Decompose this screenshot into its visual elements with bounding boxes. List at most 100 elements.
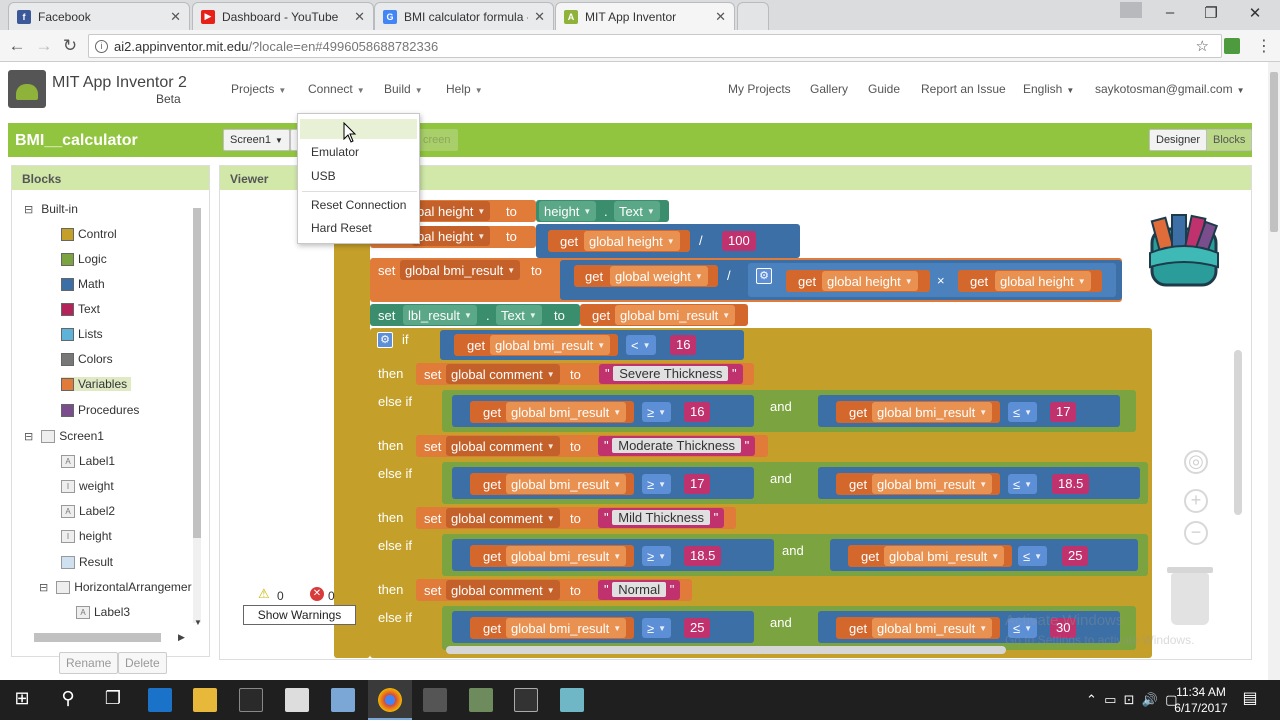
tree-label2[interactable]: A Label2 [61, 504, 115, 518]
property-field[interactable]: Text ▼ [614, 201, 660, 221]
property-field[interactable]: Text ▼ [496, 305, 542, 325]
menu-language[interactable]: English ▼ [1023, 82, 1074, 96]
browser-tab-google[interactable]: G BMI calculator formula - ✕ [374, 2, 554, 30]
tree-result[interactable]: Result [61, 555, 113, 569]
number-literal[interactable]: 25 [684, 618, 711, 638]
store-icon[interactable] [239, 688, 263, 712]
reload-icon[interactable]: ↻ [60, 36, 80, 56]
var-name-field[interactable]: global weight ▼ [610, 266, 708, 286]
backpack-icon[interactable] [1142, 209, 1226, 289]
compare-op-field[interactable]: < ▼ [626, 335, 656, 355]
var-name-field[interactable]: bal height ▼ [412, 226, 491, 246]
var-name-field[interactable]: global bmi_result ▼ [872, 402, 993, 422]
component-field[interactable]: height ▼ [539, 201, 597, 221]
scroll-down-icon[interactable]: ▼ [194, 618, 202, 627]
start-icon[interactable]: ⊞ [10, 688, 34, 709]
tree-screen1[interactable]: ⊟ Screen1 [24, 429, 104, 443]
menu-projects[interactable]: Projects ▼ [231, 82, 286, 96]
close-icon[interactable]: ✕ [715, 9, 726, 25]
chrome-icon[interactable] [378, 688, 402, 712]
app-icon[interactable] [331, 688, 355, 712]
gear-icon[interactable]: ⚙ [377, 332, 393, 348]
compare-op-field[interactable]: ≤ ▼ [1008, 402, 1038, 422]
tree-procedures[interactable]: Procedures [61, 403, 139, 417]
workspace-horizontal-scrollbar[interactable] [446, 646, 1006, 654]
tree-height[interactable]: Iheight [61, 529, 112, 543]
search-icon[interactable]: ⚲ [56, 688, 80, 709]
task-view-icon[interactable]: ❐ [101, 688, 125, 709]
number-literal[interactable]: 17 [684, 474, 711, 494]
designer-button[interactable]: Designer [1149, 129, 1208, 151]
info-icon[interactable]: i [95, 39, 108, 53]
star-icon[interactable]: ☆ [1196, 37, 1209, 55]
profile-icon[interactable] [1120, 2, 1142, 18]
trash-icon[interactable] [1167, 567, 1213, 625]
number-literal[interactable]: 16 [684, 402, 711, 422]
menu-kebab-icon[interactable]: ⋮ [1256, 36, 1272, 56]
number-literal[interactable]: 17 [1050, 402, 1077, 422]
zoom-in-icon[interactable]: + [1184, 489, 1208, 513]
file-explorer-icon[interactable] [193, 688, 217, 712]
menu-account[interactable]: saykotosman@gmail.com ▼ [1095, 82, 1244, 96]
menu-gallery[interactable]: Gallery [810, 82, 848, 96]
text-literal[interactable]: " Moderate Thickness " [598, 436, 756, 456]
tree-colors[interactable]: Colors [61, 352, 113, 366]
var-name-field[interactable]: global height ▼ [822, 271, 918, 291]
var-name-field[interactable]: global bmi_result ▼ [506, 618, 627, 638]
tree-text[interactable]: Text [61, 302, 100, 316]
edge-icon[interactable] [148, 688, 172, 712]
var-name-field[interactable]: global bmi_result ▼ [872, 474, 993, 494]
compare-op-field[interactable]: ≤ ▼ [1008, 474, 1038, 494]
number-literal[interactable]: 18.5 [1052, 474, 1090, 494]
menu-item-emulator[interactable]: Emulator [311, 145, 359, 159]
browser-tab-facebook[interactable]: f Facebook ✕ [8, 2, 190, 30]
close-icon[interactable]: ✕ [354, 9, 365, 25]
var-name-field[interactable]: global bmi_result ▼ [506, 474, 627, 494]
tree-lists[interactable]: Lists [61, 327, 103, 341]
compare-op-field[interactable]: ≥ ▼ [642, 546, 672, 566]
tree-horizontal-scrollbar[interactable] [34, 633, 161, 642]
photos-icon[interactable] [423, 688, 447, 712]
menu-item-reset-connection[interactable]: Reset Connection [311, 198, 406, 212]
var-name-field[interactable]: global bmi_result ▼ [490, 335, 611, 355]
tree-math[interactable]: Math [61, 277, 105, 291]
tree-vertical-scrollbar[interactable] [193, 208, 201, 623]
var-name-field[interactable]: bal height ▼ [412, 201, 491, 221]
close-icon[interactable]: ✕ [170, 9, 181, 25]
remove-screen-button[interactable]: creen [416, 129, 458, 151]
number-literal[interactable]: 16 [670, 335, 697, 355]
var-name-field[interactable]: global bmi_result ▼ [506, 402, 627, 422]
zoom-out-icon[interactable]: − [1184, 521, 1208, 545]
rename-button[interactable]: Rename [59, 652, 119, 674]
app-icon[interactable] [469, 688, 493, 712]
var-name-field[interactable]: global bmi_result ▼ [506, 546, 627, 566]
app-icon[interactable] [560, 688, 584, 712]
browser-tab-youtube[interactable]: ▶ Dashboard - YouTube ✕ [192, 2, 374, 30]
component-field[interactable]: lbl_result ▼ [403, 305, 477, 325]
system-tray[interactable]: ⌃ ▭ ⊡ 🔊 ▢ [1086, 692, 1177, 708]
tree-weight[interactable]: Iweight [61, 479, 114, 493]
tree-variables[interactable]: Variables [61, 377, 132, 391]
scroll-thumb[interactable] [1270, 72, 1278, 232]
new-tab-button[interactable] [737, 2, 769, 30]
tree-logic[interactable]: Logic [61, 252, 107, 266]
url-input[interactable]: i ai2.appinventor.mit.edu/?locale=en#499… [88, 34, 1222, 58]
scroll-right-icon[interactable]: ▶ [178, 632, 185, 643]
menu-report-issue[interactable]: Report an Issue [921, 82, 1006, 96]
menu-my-projects[interactable]: My Projects [728, 82, 791, 96]
menu-item-usb[interactable]: USB [311, 169, 336, 183]
number-literal[interactable]: 100 [722, 231, 756, 251]
tree-builtin[interactable]: ⊟ Built-in [24, 202, 78, 216]
menu-guide[interactable]: Guide [868, 82, 900, 96]
gear-icon[interactable]: ⚙ [756, 268, 772, 284]
screen-select[interactable]: Screen1 ▼ [223, 129, 290, 151]
calculator-icon[interactable] [514, 688, 538, 712]
compare-op-field[interactable]: ≤ ▼ [1018, 546, 1048, 566]
restore-icon[interactable]: ❐ [1196, 4, 1226, 22]
minimize-icon[interactable]: – [1155, 4, 1185, 21]
text-literal[interactable]: " Normal " [598, 580, 681, 600]
forward-icon[interactable]: → [34, 36, 54, 56]
compare-op-field[interactable]: ≥ ▼ [642, 474, 672, 494]
compare-op-field[interactable]: ≥ ▼ [642, 402, 672, 422]
menu-build[interactable]: Build ▼ [384, 82, 423, 96]
